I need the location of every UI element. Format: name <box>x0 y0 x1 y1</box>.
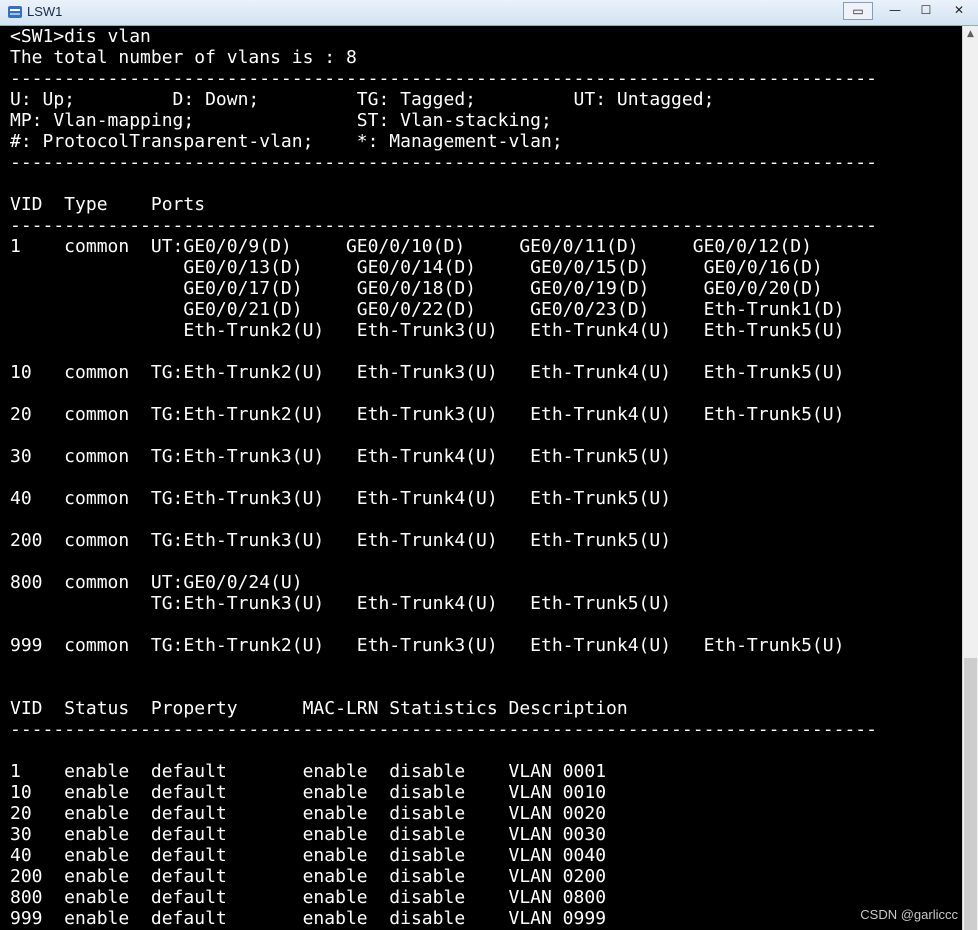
terminal-line: Eth-Trunk2(U) Eth-Trunk3(U) Eth-Trunk4(U… <box>10 320 845 341</box>
terminal-line: 800 common UT:GE0/0/24(U) <box>10 572 303 593</box>
terminal-line: GE0/0/17(D) GE0/0/18(D) GE0/0/19(D) GE0/… <box>10 278 823 299</box>
terminal-line: ----------------------------------------… <box>10 719 877 740</box>
terminal-line: 30 enable default enable disable VLAN 00… <box>10 824 607 845</box>
terminal-line: 1 common UT:GE0/0/9(D) GE0/0/10(D) GE0/0… <box>10 236 812 257</box>
terminal-line: #: ProtocolTransparent-vlan; *: Manageme… <box>10 131 563 152</box>
watermark-text: CSDN @garliccc <box>860 907 958 922</box>
terminal-line: TG:Eth-Trunk3(U) Eth-Trunk4(U) Eth-Trunk… <box>10 593 672 614</box>
scrollbar-thumb[interactable] <box>964 658 977 930</box>
terminal-line: GE0/0/21(D) GE0/0/22(D) GE0/0/23(D) Eth-… <box>10 299 845 320</box>
terminal-line: 800 enable default enable disable VLAN 0… <box>10 887 607 908</box>
terminal-line: The total number of vlans is : 8 <box>10 47 357 68</box>
maximize-button[interactable]: ☐ <box>911 2 941 20</box>
switch-app-icon <box>8 6 22 18</box>
terminal-line: 20 enable default enable disable VLAN 00… <box>10 803 607 824</box>
terminal-line: 999 enable default enable disable VLAN 0… <box>10 908 607 929</box>
terminal-line: 10 enable default enable disable VLAN 00… <box>10 782 607 803</box>
terminal-line: MP: Vlan-mapping; ST: Vlan-stacking; <box>10 110 552 131</box>
scroll-up-arrow-icon[interactable]: ▲ <box>963 26 978 43</box>
vertical-scrollbar[interactable]: ▲ <box>962 26 978 930</box>
restore-layout-button[interactable]: ▭ <box>843 2 873 20</box>
terminal-line: 40 common TG:Eth-Trunk3(U) Eth-Trunk4(U)… <box>10 488 672 509</box>
terminal-output[interactable]: <SW1>dis vlan The total number of vlans i… <box>0 26 962 930</box>
terminal-line: 20 common TG:Eth-Trunk2(U) Eth-Trunk3(U)… <box>10 404 845 425</box>
terminal-window: LSW1 ▭ — ☐ ✕ <SW1>dis vlan The total numb… <box>0 0 978 930</box>
terminal-line: 1 enable default enable disable VLAN 000… <box>10 761 607 782</box>
terminal-line: 40 enable default enable disable VLAN 00… <box>10 845 607 866</box>
terminal-line: 999 common TG:Eth-Trunk2(U) Eth-Trunk3(U… <box>10 635 845 656</box>
minimize-button[interactable]: — <box>880 2 910 20</box>
terminal-line: U: Up; D: Down; TG: Tagged; UT: Untagged… <box>10 89 715 110</box>
window-title: LSW1 <box>27 4 63 19</box>
close-button[interactable]: ✕ <box>941 2 977 20</box>
terminal-line: <SW1>dis vlan <box>10 26 151 47</box>
terminal-text: <SW1>dis vlan The total number of vlans i… <box>10 26 877 929</box>
terminal-line: 10 common TG:Eth-Trunk2(U) Eth-Trunk3(U)… <box>10 362 845 383</box>
terminal-line: VID Type Ports <box>10 194 206 215</box>
terminal-line: 200 common TG:Eth-Trunk3(U) Eth-Trunk4(U… <box>10 530 672 551</box>
terminal-line: ----------------------------------------… <box>10 152 877 173</box>
terminal-line: VID Status Property MAC-LRN Statistics D… <box>10 698 628 719</box>
terminal-line: ----------------------------------------… <box>10 215 877 236</box>
terminal-line: ----------------------------------------… <box>10 68 877 89</box>
title-bar[interactable]: LSW1 ▭ — ☐ ✕ <box>0 0 978 26</box>
terminal-line: 30 common TG:Eth-Trunk3(U) Eth-Trunk4(U)… <box>10 446 672 467</box>
terminal-line: 200 enable default enable disable VLAN 0… <box>10 866 607 887</box>
terminal-line: GE0/0/13(D) GE0/0/14(D) GE0/0/15(D) GE0/… <box>10 257 823 278</box>
